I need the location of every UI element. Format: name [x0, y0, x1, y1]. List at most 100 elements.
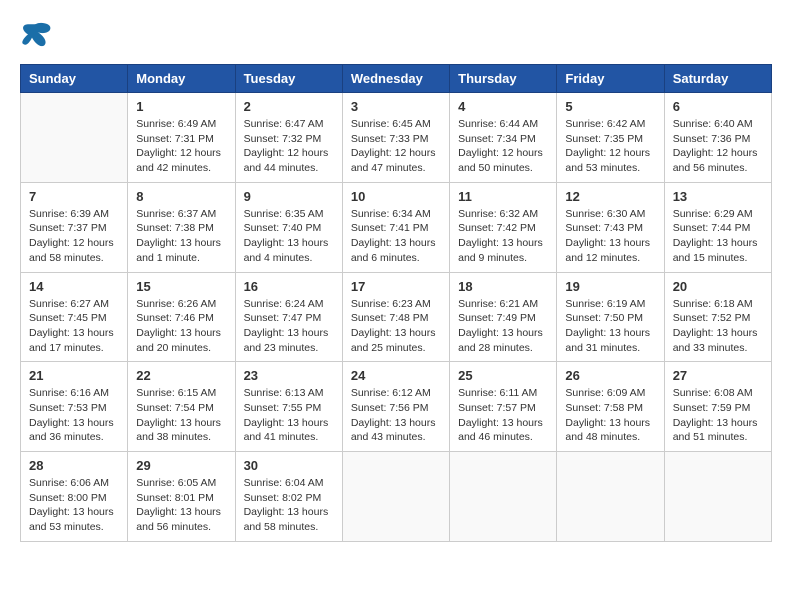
day-info: Sunrise: 6:08 AM Sunset: 7:59 PM Dayligh…	[673, 386, 763, 445]
day-number: 30	[244, 458, 334, 473]
day-number: 4	[458, 99, 548, 114]
day-info: Sunrise: 6:47 AM Sunset: 7:32 PM Dayligh…	[244, 117, 334, 176]
calendar-cell: 11Sunrise: 6:32 AM Sunset: 7:42 PM Dayli…	[450, 182, 557, 272]
calendar-cell: 4 Sunrise: 6:44 AM Sunset: 7:34 PM Daylig…	[450, 93, 557, 183]
day-info: Sunrise: 6:09 AM Sunset: 7:58 PM Dayligh…	[565, 386, 655, 445]
calendar-week-row: 7 Sunrise: 6:39 AM Sunset: 7:37 PM Daylig…	[21, 182, 772, 272]
day-header-tuesday: Tuesday	[235, 65, 342, 93]
day-number: 21	[29, 368, 119, 383]
calendar-cell	[664, 452, 771, 542]
calendar-cell: 27Sunrise: 6:08 AM Sunset: 7:59 PM Dayli…	[664, 362, 771, 452]
calendar-cell: 10Sunrise: 6:34 AM Sunset: 7:41 PM Dayli…	[342, 182, 449, 272]
calendar-cell: 23 Sunrise: 6:13 AM Sunset: 7:55 PM Dayli…	[235, 362, 342, 452]
day-info: Sunrise: 6:21 AM Sunset: 7:49 PM Dayligh…	[458, 297, 548, 356]
calendar-cell: 3Sunrise: 6:45 AM Sunset: 7:33 PM Daylig…	[342, 93, 449, 183]
calendar-cell: 7 Sunrise: 6:39 AM Sunset: 7:37 PM Daylig…	[21, 182, 128, 272]
calendar-cell: 26 Sunrise: 6:09 AM Sunset: 7:58 PM Dayli…	[557, 362, 664, 452]
day-info: Sunrise: 6:44 AM Sunset: 7:34 PM Dayligh…	[458, 117, 548, 176]
day-info: Sunrise: 6:49 AM Sunset: 7:31 PM Dayligh…	[136, 117, 226, 176]
day-info: Sunrise: 6:04 AM Sunset: 8:02 PM Dayligh…	[244, 476, 334, 535]
day-number: 16	[244, 279, 334, 294]
day-number: 13	[673, 189, 763, 204]
calendar-cell: 13 Sunrise: 6:29 AM Sunset: 7:44 PM Dayli…	[664, 182, 771, 272]
calendar-cell: 21Sunrise: 6:16 AM Sunset: 7:53 PM Dayli…	[21, 362, 128, 452]
day-header-thursday: Thursday	[450, 65, 557, 93]
day-info: Sunrise: 6:26 AM Sunset: 7:46 PM Dayligh…	[136, 297, 226, 356]
day-info: Sunrise: 6:29 AM Sunset: 7:44 PM Dayligh…	[673, 207, 763, 266]
day-number: 17	[351, 279, 441, 294]
day-header-wednesday: Wednesday	[342, 65, 449, 93]
calendar-cell: 9 Sunrise: 6:35 AM Sunset: 7:40 PM Daylig…	[235, 182, 342, 272]
calendar-cell	[557, 452, 664, 542]
calendar-cell: 28 Sunrise: 6:06 AM Sunset: 8:00 PM Dayli…	[21, 452, 128, 542]
day-info: Sunrise: 6:35 AM Sunset: 7:40 PM Dayligh…	[244, 207, 334, 266]
calendar-week-row: 1 Sunrise: 6:49 AM Sunset: 7:31 PM Daylig…	[21, 93, 772, 183]
day-number: 1	[136, 99, 226, 114]
calendar-cell: 29 Sunrise: 6:05 AM Sunset: 8:01 PM Dayli…	[128, 452, 235, 542]
calendar-week-row: 21Sunrise: 6:16 AM Sunset: 7:53 PM Dayli…	[21, 362, 772, 452]
calendar-cell: 18 Sunrise: 6:21 AM Sunset: 7:49 PM Dayli…	[450, 272, 557, 362]
calendar-cell: 8 Sunrise: 6:37 AM Sunset: 7:38 PM Daylig…	[128, 182, 235, 272]
day-number: 25	[458, 368, 548, 383]
calendar-cell: 17 Sunrise: 6:23 AM Sunset: 7:48 PM Dayli…	[342, 272, 449, 362]
day-number: 24	[351, 368, 441, 383]
logo-icon	[20, 20, 52, 48]
day-info: Sunrise: 6:13 AM Sunset: 7:55 PM Dayligh…	[244, 386, 334, 445]
calendar-cell: 5 Sunrise: 6:42 AM Sunset: 7:35 PM Daylig…	[557, 93, 664, 183]
day-info: Sunrise: 6:05 AM Sunset: 8:01 PM Dayligh…	[136, 476, 226, 535]
day-number: 29	[136, 458, 226, 473]
calendar-week-row: 28 Sunrise: 6:06 AM Sunset: 8:00 PM Dayli…	[21, 452, 772, 542]
day-number: 22	[136, 368, 226, 383]
day-number: 6	[673, 99, 763, 114]
day-info: Sunrise: 6:32 AM Sunset: 7:42 PM Dayligh…	[458, 207, 548, 266]
calendar-cell	[450, 452, 557, 542]
day-number: 9	[244, 189, 334, 204]
calendar-cell: 22 Sunrise: 6:15 AM Sunset: 7:54 PM Dayli…	[128, 362, 235, 452]
calendar-cell: 12Sunrise: 6:30 AM Sunset: 7:43 PM Dayli…	[557, 182, 664, 272]
page-header	[20, 20, 772, 48]
calendar-week-row: 14Sunrise: 6:27 AM Sunset: 7:45 PM Dayli…	[21, 272, 772, 362]
day-info: Sunrise: 6:23 AM Sunset: 7:48 PM Dayligh…	[351, 297, 441, 356]
day-info: Sunrise: 6:42 AM Sunset: 7:35 PM Dayligh…	[565, 117, 655, 176]
day-number: 18	[458, 279, 548, 294]
calendar-cell: 15 Sunrise: 6:26 AM Sunset: 7:46 PM Dayli…	[128, 272, 235, 362]
calendar-cell: 16 Sunrise: 6:24 AM Sunset: 7:47 PM Dayli…	[235, 272, 342, 362]
day-info: Sunrise: 6:18 AM Sunset: 7:52 PM Dayligh…	[673, 297, 763, 356]
logo	[20, 20, 56, 48]
day-number: 2	[244, 99, 334, 114]
day-number: 8	[136, 189, 226, 204]
day-header-friday: Friday	[557, 65, 664, 93]
calendar-cell: 24Sunrise: 6:12 AM Sunset: 7:56 PM Dayli…	[342, 362, 449, 452]
day-info: Sunrise: 6:11 AM Sunset: 7:57 PM Dayligh…	[458, 386, 548, 445]
calendar-cell: 19Sunrise: 6:19 AM Sunset: 7:50 PM Dayli…	[557, 272, 664, 362]
day-header-monday: Monday	[128, 65, 235, 93]
calendar-cell: 6 Sunrise: 6:40 AM Sunset: 7:36 PM Daylig…	[664, 93, 771, 183]
calendar-table: SundayMondayTuesdayWednesdayThursdayFrid…	[20, 64, 772, 542]
calendar-cell: 25 Sunrise: 6:11 AM Sunset: 7:57 PM Dayli…	[450, 362, 557, 452]
day-number: 15	[136, 279, 226, 294]
day-header-sunday: Sunday	[21, 65, 128, 93]
day-info: Sunrise: 6:24 AM Sunset: 7:47 PM Dayligh…	[244, 297, 334, 356]
day-number: 12	[565, 189, 655, 204]
day-info: Sunrise: 6:40 AM Sunset: 7:36 PM Dayligh…	[673, 117, 763, 176]
day-number: 5	[565, 99, 655, 114]
day-header-saturday: Saturday	[664, 65, 771, 93]
day-number: 28	[29, 458, 119, 473]
day-number: 20	[673, 279, 763, 294]
calendar-cell	[21, 93, 128, 183]
day-info: Sunrise: 6:15 AM Sunset: 7:54 PM Dayligh…	[136, 386, 226, 445]
day-number: 10	[351, 189, 441, 204]
day-number: 23	[244, 368, 334, 383]
day-info: Sunrise: 6:19 AM Sunset: 7:50 PM Dayligh…	[565, 297, 655, 356]
day-info: Sunrise: 6:27 AM Sunset: 7:45 PM Dayligh…	[29, 297, 119, 356]
day-number: 26	[565, 368, 655, 383]
calendar-cell: 14Sunrise: 6:27 AM Sunset: 7:45 PM Dayli…	[21, 272, 128, 362]
day-number: 7	[29, 189, 119, 204]
calendar-cell: 30 Sunrise: 6:04 AM Sunset: 8:02 PM Dayli…	[235, 452, 342, 542]
day-info: Sunrise: 6:45 AM Sunset: 7:33 PM Dayligh…	[351, 117, 441, 176]
day-info: Sunrise: 6:06 AM Sunset: 8:00 PM Dayligh…	[29, 476, 119, 535]
day-info: Sunrise: 6:39 AM Sunset: 7:37 PM Dayligh…	[29, 207, 119, 266]
day-info: Sunrise: 6:37 AM Sunset: 7:38 PM Dayligh…	[136, 207, 226, 266]
calendar-cell	[342, 452, 449, 542]
calendar-cell: 2 Sunrise: 6:47 AM Sunset: 7:32 PM Daylig…	[235, 93, 342, 183]
